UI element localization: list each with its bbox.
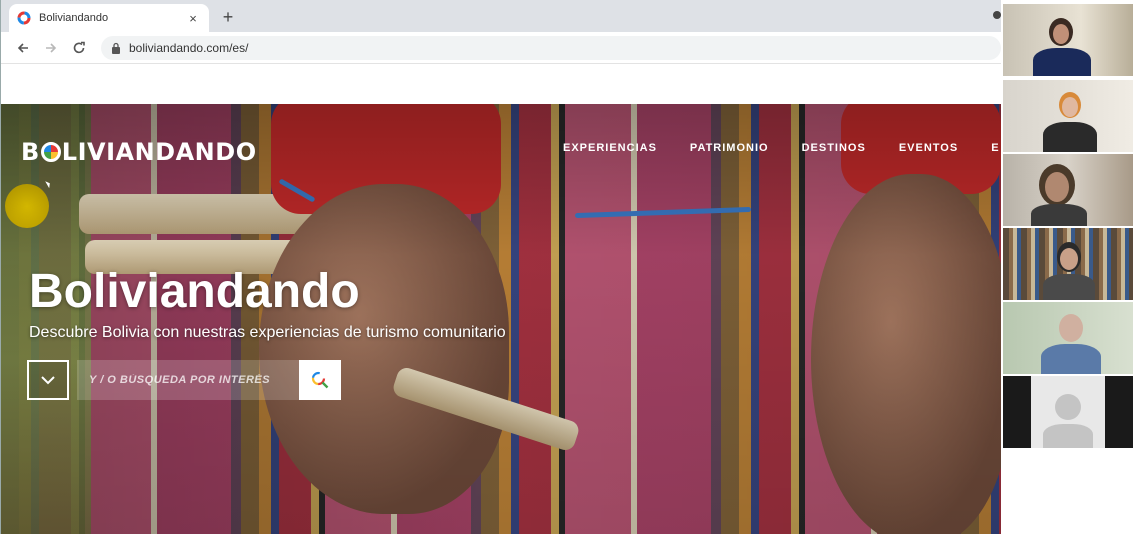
nav-destinos[interactable]: DESTINOS <box>802 142 866 154</box>
search-bar <box>27 360 341 400</box>
arrow-right-icon <box>46 42 57 53</box>
new-tab-button[interactable]: + <box>217 6 239 28</box>
avatar-placeholder-icon <box>1055 394 1081 420</box>
url-text: boliviandando.com/es/ <box>129 40 249 55</box>
logo-icon <box>40 142 61 162</box>
participant-tile[interactable] <box>1003 228 1133 300</box>
address-bar[interactable]: boliviandando.com/es/ <box>101 35 1001 60</box>
reload-button[interactable] <box>67 36 91 60</box>
hero-subtitle: Descubre Bolivia con nuestras experienci… <box>29 324 506 341</box>
video-call-panel <box>1001 0 1134 534</box>
window-control-icon[interactable] <box>993 11 1001 19</box>
chevron-down-icon <box>41 376 55 385</box>
back-button[interactable] <box>11 36 35 60</box>
nav-eventos[interactable]: EVENTOS <box>899 142 958 154</box>
participant-tile-no-video[interactable] <box>1003 376 1133 448</box>
reload-icon <box>73 41 85 53</box>
screen: Boliviandando × + boliviandando.com/es/ <box>0 0 1134 534</box>
nav-more[interactable]: E <box>991 142 999 154</box>
nav-experiencias[interactable]: EXPERIENCIAS <box>563 142 657 154</box>
logo-text-prefix: B <box>21 138 40 166</box>
search-icon <box>311 371 329 389</box>
search-input[interactable] <box>77 360 299 400</box>
browser-tab[interactable]: Boliviandando × <box>9 4 209 32</box>
category-dropdown-button[interactable] <box>27 360 69 400</box>
hero-title: Boliviandando <box>29 265 360 318</box>
favicon-icon <box>17 11 31 25</box>
nav-patrimonio[interactable]: PATRIMONIO <box>690 142 769 154</box>
hero-overlay <box>1 104 1001 534</box>
logo-text-suffix: LIVIANDANDO <box>61 138 257 166</box>
site-logo[interactable]: B LIVIANDANDO <box>21 138 257 166</box>
browser-toolbar: boliviandando.com/es/ <box>1 32 1001 64</box>
tab-close-icon[interactable]: × <box>185 11 201 26</box>
participant-tile[interactable] <box>1003 154 1133 226</box>
arrow-left-icon <box>17 42 28 53</box>
participant-tile[interactable] <box>1003 80 1133 152</box>
participant-tile[interactable] <box>1003 4 1133 76</box>
participant-tile[interactable] <box>1003 302 1133 374</box>
hero-section: B LIVIANDANDO EXPERIENCIAS PATRIMONIO DE… <box>1 104 1001 534</box>
site-navigation: EXPERIENCIAS PATRIMONIO DESTINOS EVENTOS… <box>563 142 1001 154</box>
tab-title: Boliviandando <box>39 12 109 24</box>
tab-bar: Boliviandando × + <box>1 0 1001 32</box>
lock-icon <box>112 42 120 54</box>
search-button[interactable] <box>299 360 341 400</box>
browser-window: Boliviandando × + boliviandando.com/es/ <box>0 0 1001 534</box>
forward-button[interactable] <box>39 36 63 60</box>
page-top-strip <box>1 64 1001 104</box>
